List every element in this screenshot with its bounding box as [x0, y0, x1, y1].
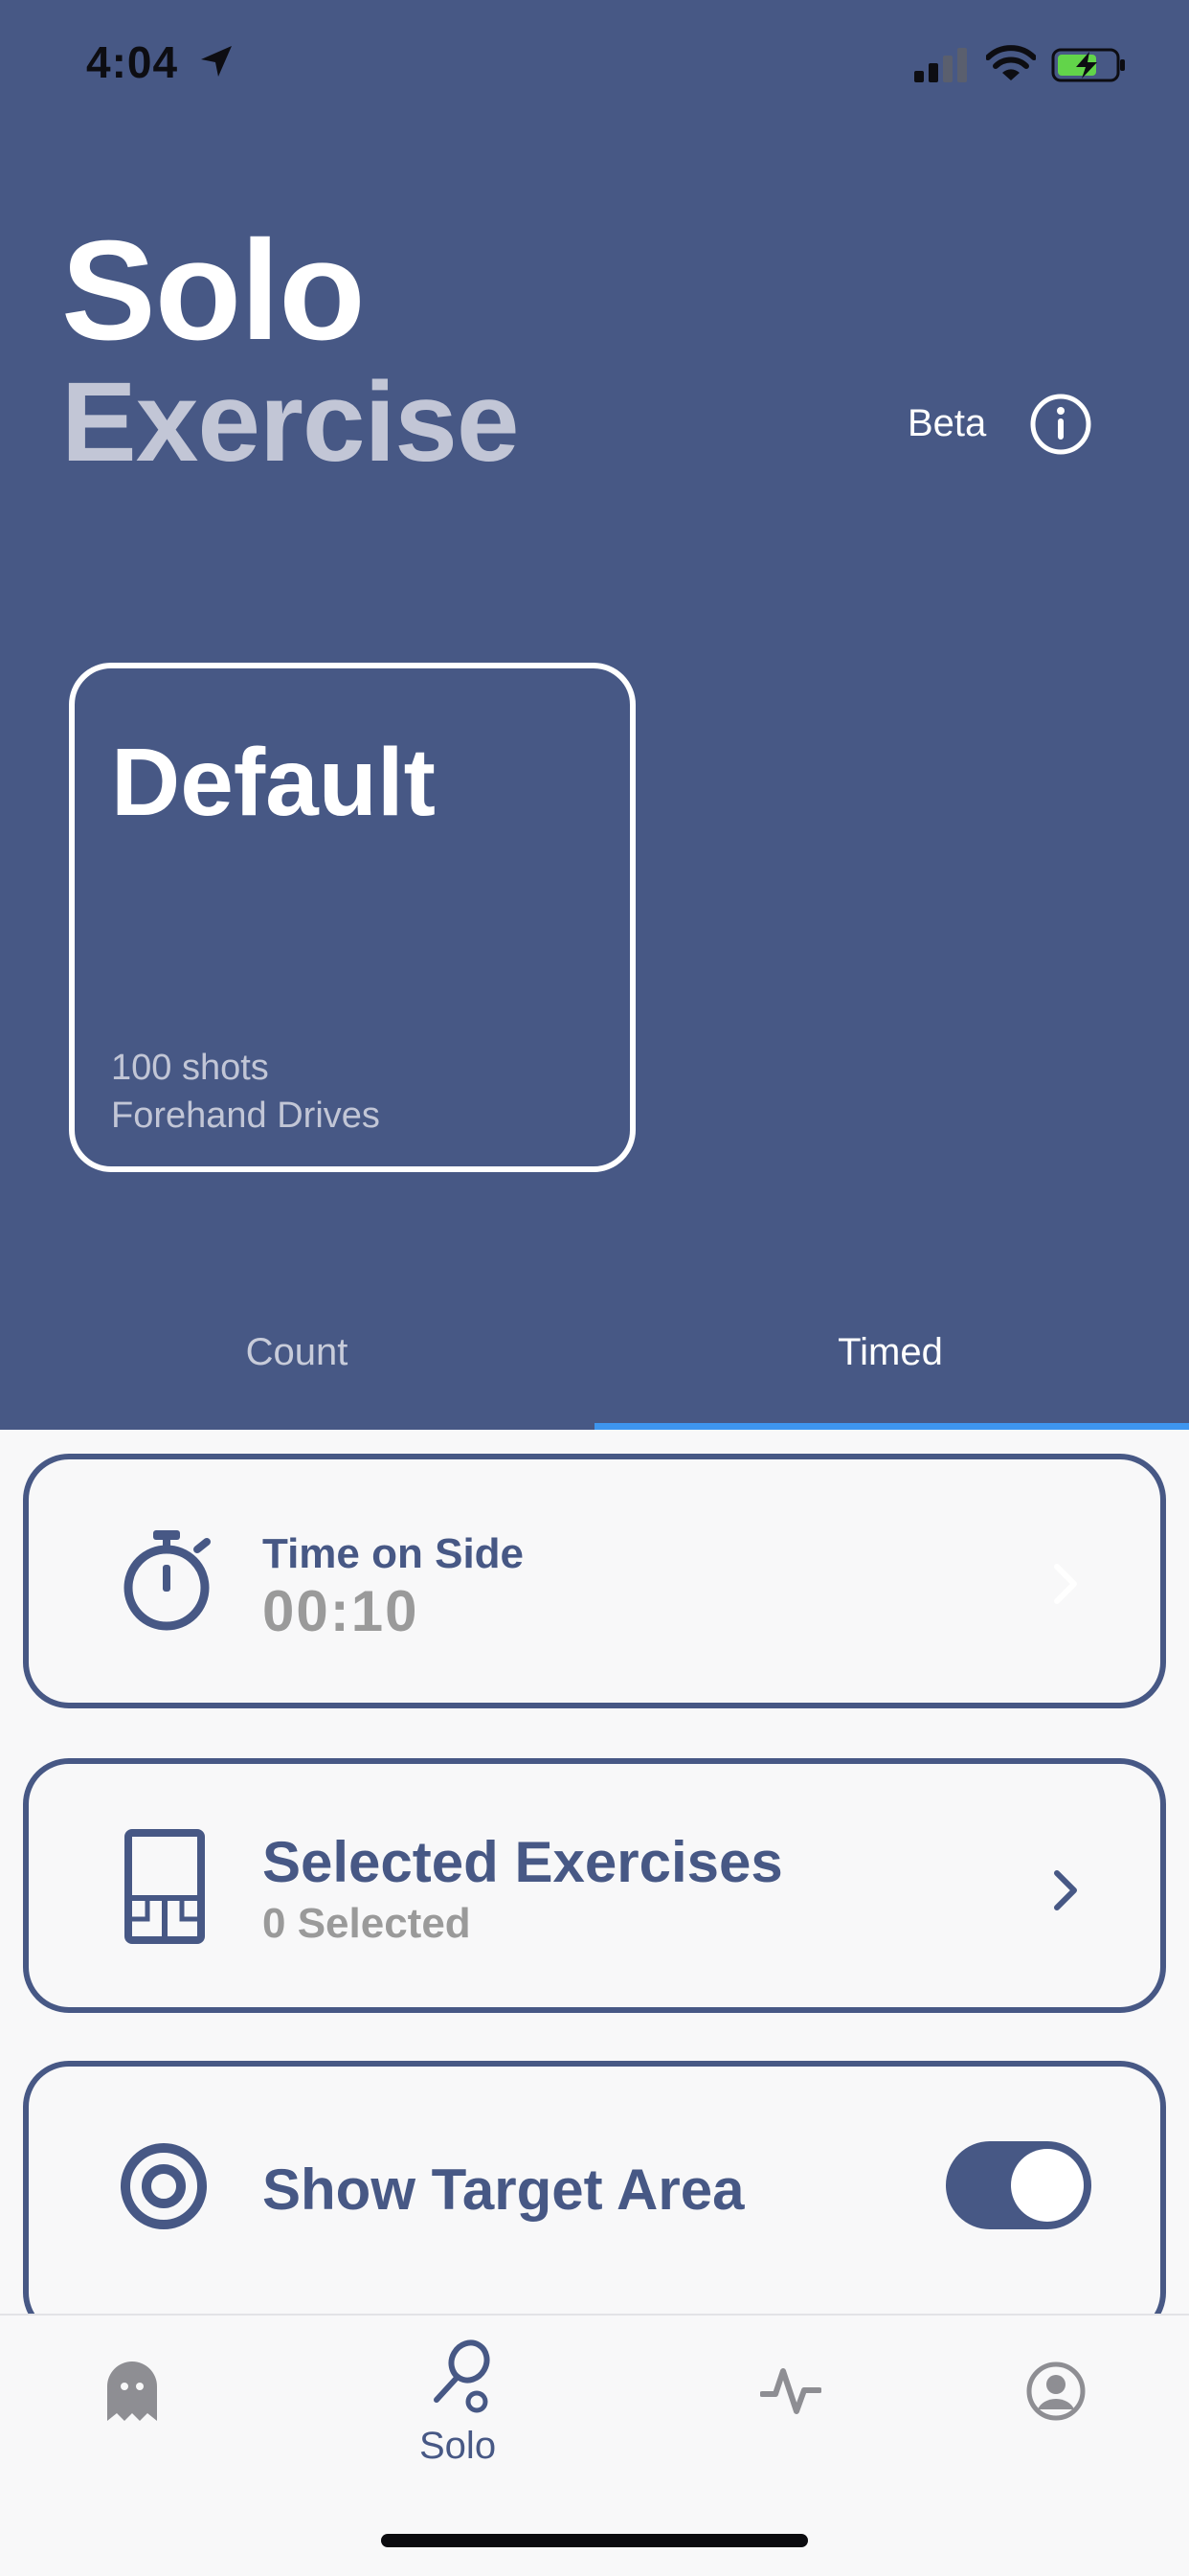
- tab-solo-label[interactable]: Solo: [419, 2425, 496, 2468]
- stopwatch-icon: [123, 1530, 211, 1631]
- time-on-side-row[interactable]: Time on Side 00:10: [23, 1454, 1166, 1708]
- tab-selected-indicator: [594, 1423, 1189, 1430]
- home-indicator: [381, 2534, 808, 2547]
- ghost-icon[interactable]: [103, 2358, 161, 2425]
- preset-name: Default: [111, 729, 436, 836]
- activity-icon[interactable]: [760, 2365, 821, 2417]
- header: 4:04 Solo Exercise Beta Default 100 shot…: [0, 0, 1189, 1430]
- preset-type: Forehand Drives: [111, 1096, 380, 1136]
- show-target-area-toggle[interactable]: [946, 2141, 1091, 2229]
- time-on-side-value: 00:10: [262, 1579, 419, 1643]
- show-target-area-title: Show Target Area: [262, 2158, 745, 2222]
- target-icon: [121, 2143, 207, 2229]
- tab-timed[interactable]: Timed: [747, 1331, 1034, 1374]
- toggle-knob: [1011, 2149, 1084, 2222]
- battery-charging-icon: [1051, 48, 1125, 82]
- info-icon[interactable]: [1029, 393, 1092, 456]
- cellular-signal-icon: [914, 48, 967, 82]
- chevron-right-icon: [1054, 1870, 1077, 1910]
- status-time: 4:04: [86, 37, 179, 87]
- exercises-grid-icon: [124, 1829, 205, 1944]
- wifi-icon: [986, 45, 1036, 80]
- tab-count[interactable]: Count: [153, 1331, 440, 1374]
- selected-exercises-row[interactable]: Selected Exercises 0 Selected: [23, 1758, 1166, 2013]
- location-arrow-icon: [201, 46, 232, 77]
- page-subtitle: Exercise: [61, 359, 520, 486]
- time-on-side-title: Time on Side: [262, 1530, 525, 1577]
- profile-icon[interactable]: [1026, 2361, 1086, 2421]
- beta-label: Beta: [908, 402, 987, 444]
- racket-icon[interactable]: [431, 2339, 494, 2421]
- preset-card-default[interactable]: Default 100 shots Forehand Drives: [69, 663, 636, 1172]
- page-title: Solo: [61, 212, 366, 370]
- preset-shots: 100 shots: [111, 1048, 269, 1088]
- chevron-right-icon: [1054, 1564, 1077, 1604]
- selected-exercises-value: 0 Selected: [262, 1900, 471, 1947]
- show-target-area-row: Show Target Area: [23, 2061, 1166, 2339]
- selected-exercises-title: Selected Exercises: [262, 1830, 783, 1894]
